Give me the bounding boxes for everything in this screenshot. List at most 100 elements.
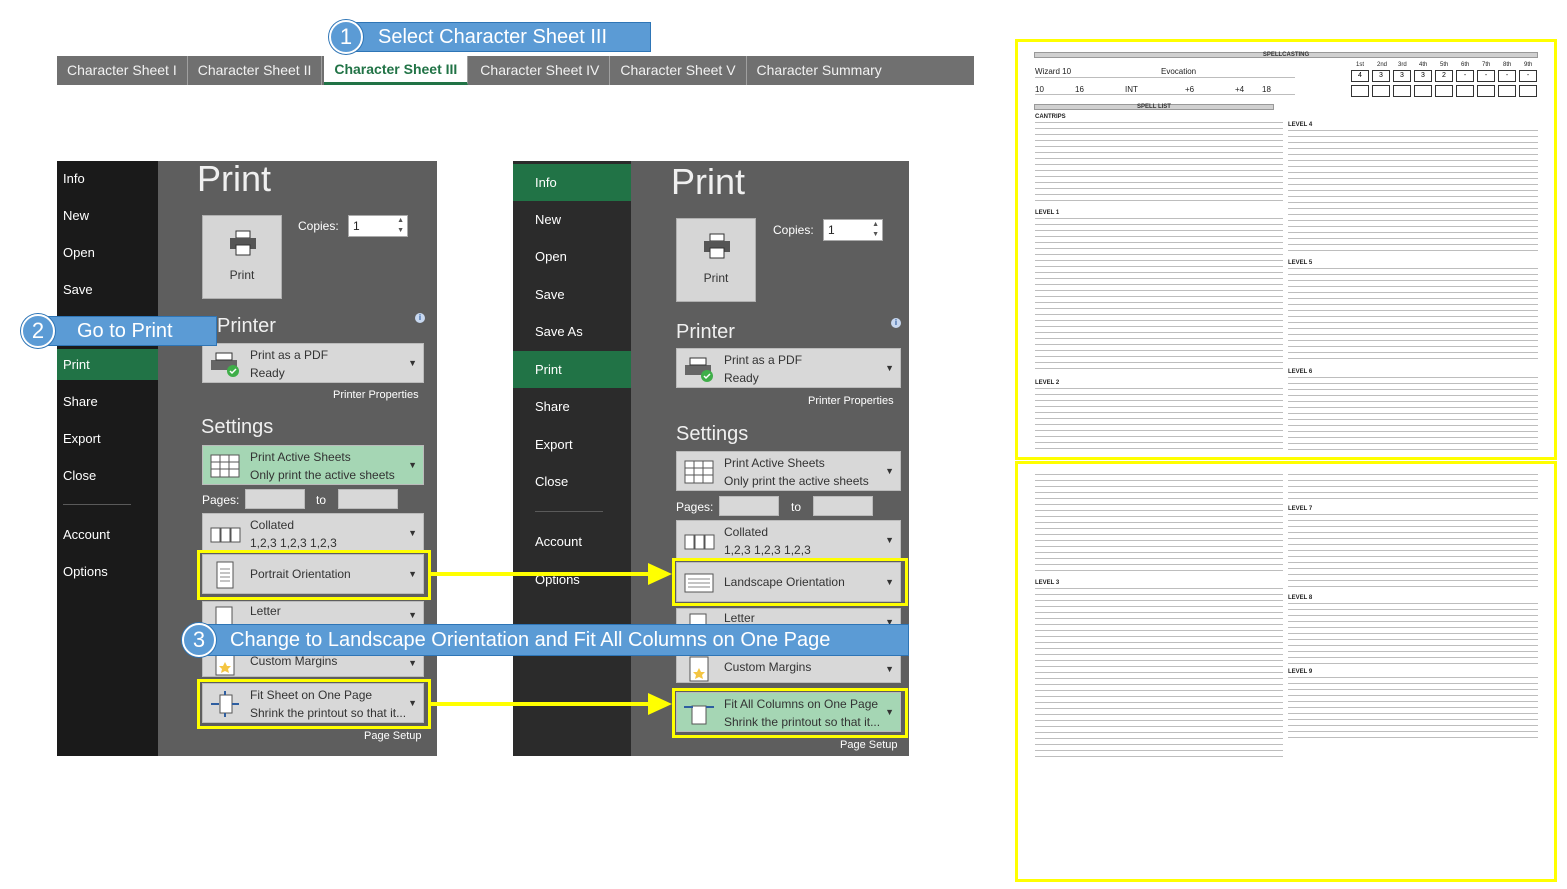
spellcasting-header: SPELLCASTING xyxy=(1034,52,1538,58)
nav-new[interactable]: New xyxy=(57,200,158,231)
ruled-row xyxy=(1288,340,1538,341)
callout-step-3-text: Change to Landscape Orientation and Fit … xyxy=(230,628,831,651)
printer-properties-link[interactable]: Printer Properties xyxy=(333,389,419,401)
printer-dropdown[interactable]: Print as a PDF Ready ▼ xyxy=(202,343,424,383)
callout-step-1-text: Select Character Sheet III xyxy=(378,25,608,48)
page-setup-link[interactable]: Page Setup xyxy=(840,739,898,751)
nav-export[interactable]: Export xyxy=(513,429,631,460)
tab-character-sheet-4[interactable]: Character Sheet IV xyxy=(470,56,611,85)
nav-share[interactable]: Share xyxy=(513,391,631,422)
print-what-title: Print Active Sheets xyxy=(724,456,825,470)
nav-save[interactable]: Save xyxy=(57,274,158,305)
nav-save[interactable]: Save xyxy=(513,279,631,310)
pages-label: Pages: xyxy=(676,500,714,514)
ruled-row xyxy=(1035,540,1283,541)
ruled-row xyxy=(1288,136,1538,137)
nav-new[interactable]: New xyxy=(513,204,631,235)
pdf-printer-icon xyxy=(211,352,239,377)
rule xyxy=(1035,77,1295,78)
nav-open[interactable]: Open xyxy=(513,241,631,272)
spinner-arrows-icon[interactable]: ▲ ▼ xyxy=(397,216,404,236)
nav-share[interactable]: Share xyxy=(57,386,158,417)
ruled-row xyxy=(1035,194,1283,195)
printer-name: Print as a PDF xyxy=(250,348,329,362)
ruled-row xyxy=(1288,713,1538,714)
nav-info[interactable]: Info xyxy=(57,163,158,194)
print-button[interactable]: Print xyxy=(676,218,756,302)
ruled-row xyxy=(1288,334,1538,335)
tab-character-summary[interactable]: Character Summary xyxy=(747,56,892,85)
nav-options[interactable]: Options xyxy=(513,564,631,595)
ruled-row xyxy=(1035,308,1283,309)
collation-desc: 1,2,3 1,2,3 1,2,3 xyxy=(724,543,811,557)
ruled-row xyxy=(1035,738,1283,739)
copies-spinner[interactable]: 1 ▲ ▼ xyxy=(823,219,883,241)
pages-from-input[interactable] xyxy=(245,489,305,509)
info-icon[interactable]: i xyxy=(891,318,901,328)
level-8-heading: LEVEL 8 xyxy=(1288,595,1313,601)
nav-account[interactable]: Account xyxy=(57,519,158,550)
ruled-row xyxy=(1035,242,1283,243)
slot-used-box xyxy=(1393,85,1411,97)
nav-close[interactable]: Close xyxy=(57,460,158,491)
print-what-dropdown[interactable]: Print Active Sheets Only print the activ… xyxy=(676,451,901,491)
printer-properties-link[interactable]: Printer Properties xyxy=(808,395,894,407)
collation-dropdown[interactable]: Collated 1,2,3 1,2,3 1,2,3 ▼ xyxy=(676,520,901,560)
ruled-row xyxy=(1288,160,1538,161)
tab-character-sheet-2[interactable]: Character Sheet II xyxy=(188,56,323,85)
nav-export[interactable]: Export xyxy=(57,423,158,454)
paper-size-dropdown[interactable]: Letter ▼ xyxy=(202,601,424,628)
ruled-row xyxy=(1035,152,1283,153)
ruled-row xyxy=(1035,368,1283,369)
slot-level-label: 9th xyxy=(1524,62,1533,68)
nav-save-as[interactable]: Save As xyxy=(513,316,631,347)
printer-dropdown[interactable]: Print as a PDF Ready ▼ xyxy=(676,348,901,388)
nav-info[interactable]: Info xyxy=(513,164,631,201)
ruled-row xyxy=(1035,388,1283,389)
ruled-row xyxy=(1288,514,1538,515)
nav-open[interactable]: Open xyxy=(57,237,158,268)
spinner-arrows-icon[interactable]: ▲ ▼ xyxy=(872,220,879,240)
ruled-row xyxy=(1035,732,1283,733)
level-9-heading: LEVEL 9 xyxy=(1288,669,1313,675)
slot-level-label: 4th xyxy=(1419,62,1428,68)
printer-icon xyxy=(230,230,256,256)
ruled-row xyxy=(1288,586,1538,587)
slot-used-box xyxy=(1498,85,1516,97)
ruled-row xyxy=(1288,725,1538,726)
ruled-row xyxy=(1035,552,1283,553)
nav-account[interactable]: Account xyxy=(513,526,631,557)
pages-to-input[interactable] xyxy=(338,489,398,509)
print-what-dropdown[interactable]: Print Active Sheets Only print the activ… xyxy=(202,445,424,485)
nav-options[interactable]: Options xyxy=(57,556,158,587)
nav-print[interactable]: Print xyxy=(57,349,158,380)
ruled-row xyxy=(1035,750,1283,751)
ruled-row xyxy=(1288,498,1538,499)
nav-print[interactable]: Print xyxy=(513,351,631,388)
nav-divider xyxy=(535,511,603,512)
ruled-row xyxy=(1288,220,1538,221)
ruled-row xyxy=(1288,603,1538,604)
slot-level-label: 2nd xyxy=(1377,62,1388,68)
margins-dropdown[interactable]: Custom Margins ▼ xyxy=(676,653,901,683)
pages-to-input[interactable] xyxy=(813,496,873,516)
tab-character-sheet-3[interactable]: Character Sheet III xyxy=(324,56,469,85)
page-setup-link[interactable]: Page Setup xyxy=(364,730,422,742)
info-icon[interactable]: i xyxy=(415,313,425,323)
ruled-row xyxy=(1035,564,1283,565)
tab-character-sheet-5[interactable]: Character Sheet V xyxy=(610,56,747,85)
copies-spinner[interactable]: 1 ▲ ▼ xyxy=(348,215,408,237)
collation-dropdown[interactable]: Collated 1,2,3 1,2,3 1,2,3 ▼ xyxy=(202,513,424,553)
ruled-row xyxy=(1288,310,1538,311)
ruled-row xyxy=(1035,636,1283,637)
tab-character-sheet-1[interactable]: Character Sheet I xyxy=(57,56,188,85)
chevron-down-icon: ▼ xyxy=(408,528,417,538)
ruled-row xyxy=(1288,322,1538,323)
print-button[interactable]: Print xyxy=(202,215,282,299)
ruled-row xyxy=(1288,657,1538,658)
nav-close[interactable]: Close xyxy=(513,466,631,497)
pages-from-input[interactable] xyxy=(719,496,779,516)
ruled-row xyxy=(1035,684,1283,685)
ruled-row xyxy=(1288,250,1538,251)
ruled-row xyxy=(1288,474,1538,475)
